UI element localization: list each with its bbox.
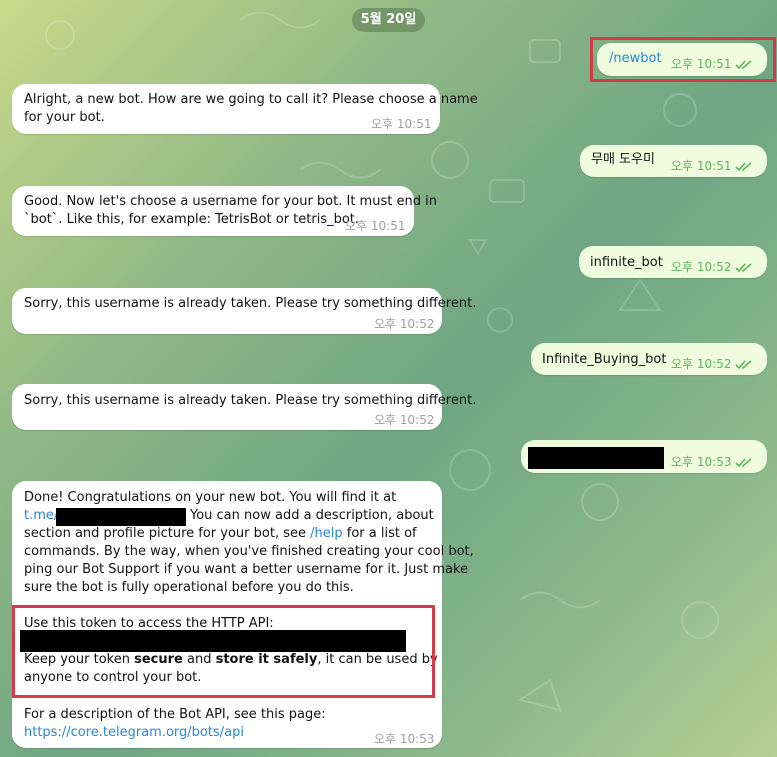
highlight-box-token bbox=[12, 605, 435, 698]
message-text: sure the bot is fully operational before… bbox=[24, 580, 354, 595]
message-text: for your bot. bbox=[24, 110, 105, 125]
message-text: 무매 도우미 bbox=[591, 152, 655, 167]
message-text: Infinite_Buying_bot bbox=[542, 352, 667, 367]
bot-api-docs-link[interactable]: https://core.telegram.org/bots/api bbox=[24, 724, 244, 742]
message-time: 오후 10:52 bbox=[671, 355, 753, 375]
double-check-icon bbox=[735, 260, 753, 278]
message-text: infinite_bot bbox=[590, 255, 663, 270]
message-text: For a description of the Bot API, see th… bbox=[24, 707, 326, 722]
date-separator: 5월 20일 bbox=[352, 8, 425, 32]
help-command-link[interactable]: /help bbox=[310, 526, 342, 541]
message-outgoing-bot-name[interactable]: 무매 도우미 오후 10:51 bbox=[580, 145, 767, 177]
double-check-icon bbox=[735, 357, 753, 375]
message-time: 오후 10:52 bbox=[374, 413, 435, 427]
message-incoming-choose-username[interactable]: Good. Now let's choose a username for yo… bbox=[12, 186, 437, 236]
message-time: 오후 10:52 bbox=[374, 317, 435, 331]
message-time: 오후 10:51 bbox=[671, 157, 753, 177]
message-outgoing-redacted-username[interactable]: 오후 10:53 bbox=[521, 440, 767, 473]
message-outgoing-username-1[interactable]: infinite_bot 오후 10:52 bbox=[579, 246, 767, 278]
message-text: You can now add a description, about bbox=[190, 508, 434, 523]
highlight-box-command bbox=[590, 37, 776, 82]
message-text: `bot`. Like this, for example: TetrisBot… bbox=[24, 212, 360, 227]
message-time: 오후 10:53 bbox=[374, 732, 435, 746]
message-incoming-username-taken-2[interactable]: Sorry, this username is already taken. P… bbox=[12, 384, 476, 430]
message-text: Alright, a new bot. How are we going to … bbox=[24, 92, 478, 107]
bot-link[interactable]: t.me/ bbox=[24, 507, 58, 525]
double-check-icon bbox=[735, 159, 753, 177]
message-incoming-username-taken[interactable]: Sorry, this username is already taken. P… bbox=[12, 288, 476, 334]
message-text: Good. Now let's choose a username for yo… bbox=[24, 194, 437, 209]
redacted-bot-username bbox=[56, 508, 186, 526]
message-incoming-choose-name[interactable]: Alright, a new bot. How are we going to … bbox=[12, 84, 478, 134]
double-check-icon bbox=[735, 455, 753, 473]
message-outgoing-username-2[interactable]: Infinite_Buying_bot 오후 10:52 bbox=[531, 343, 767, 375]
redacted-block bbox=[528, 447, 664, 469]
message-time: 오후 10:53 bbox=[671, 453, 753, 473]
message-text: Sorry, this username is already taken. P… bbox=[24, 296, 477, 311]
message-text: Sorry, this username is already taken. P… bbox=[24, 393, 477, 408]
message-time: 오후 10:52 bbox=[671, 258, 753, 278]
message-text: section and profile picture for your bot… bbox=[24, 526, 417, 541]
message-text: commands. By the way, when you've finish… bbox=[24, 544, 474, 559]
message-time: 오후 10:51 bbox=[371, 117, 432, 131]
message-text: ping our Bot Support if you want a bette… bbox=[24, 562, 469, 577]
message-time: 오후 10:51 bbox=[345, 219, 406, 233]
message-text: Done! Congratulations on your new bot. Y… bbox=[24, 490, 397, 505]
